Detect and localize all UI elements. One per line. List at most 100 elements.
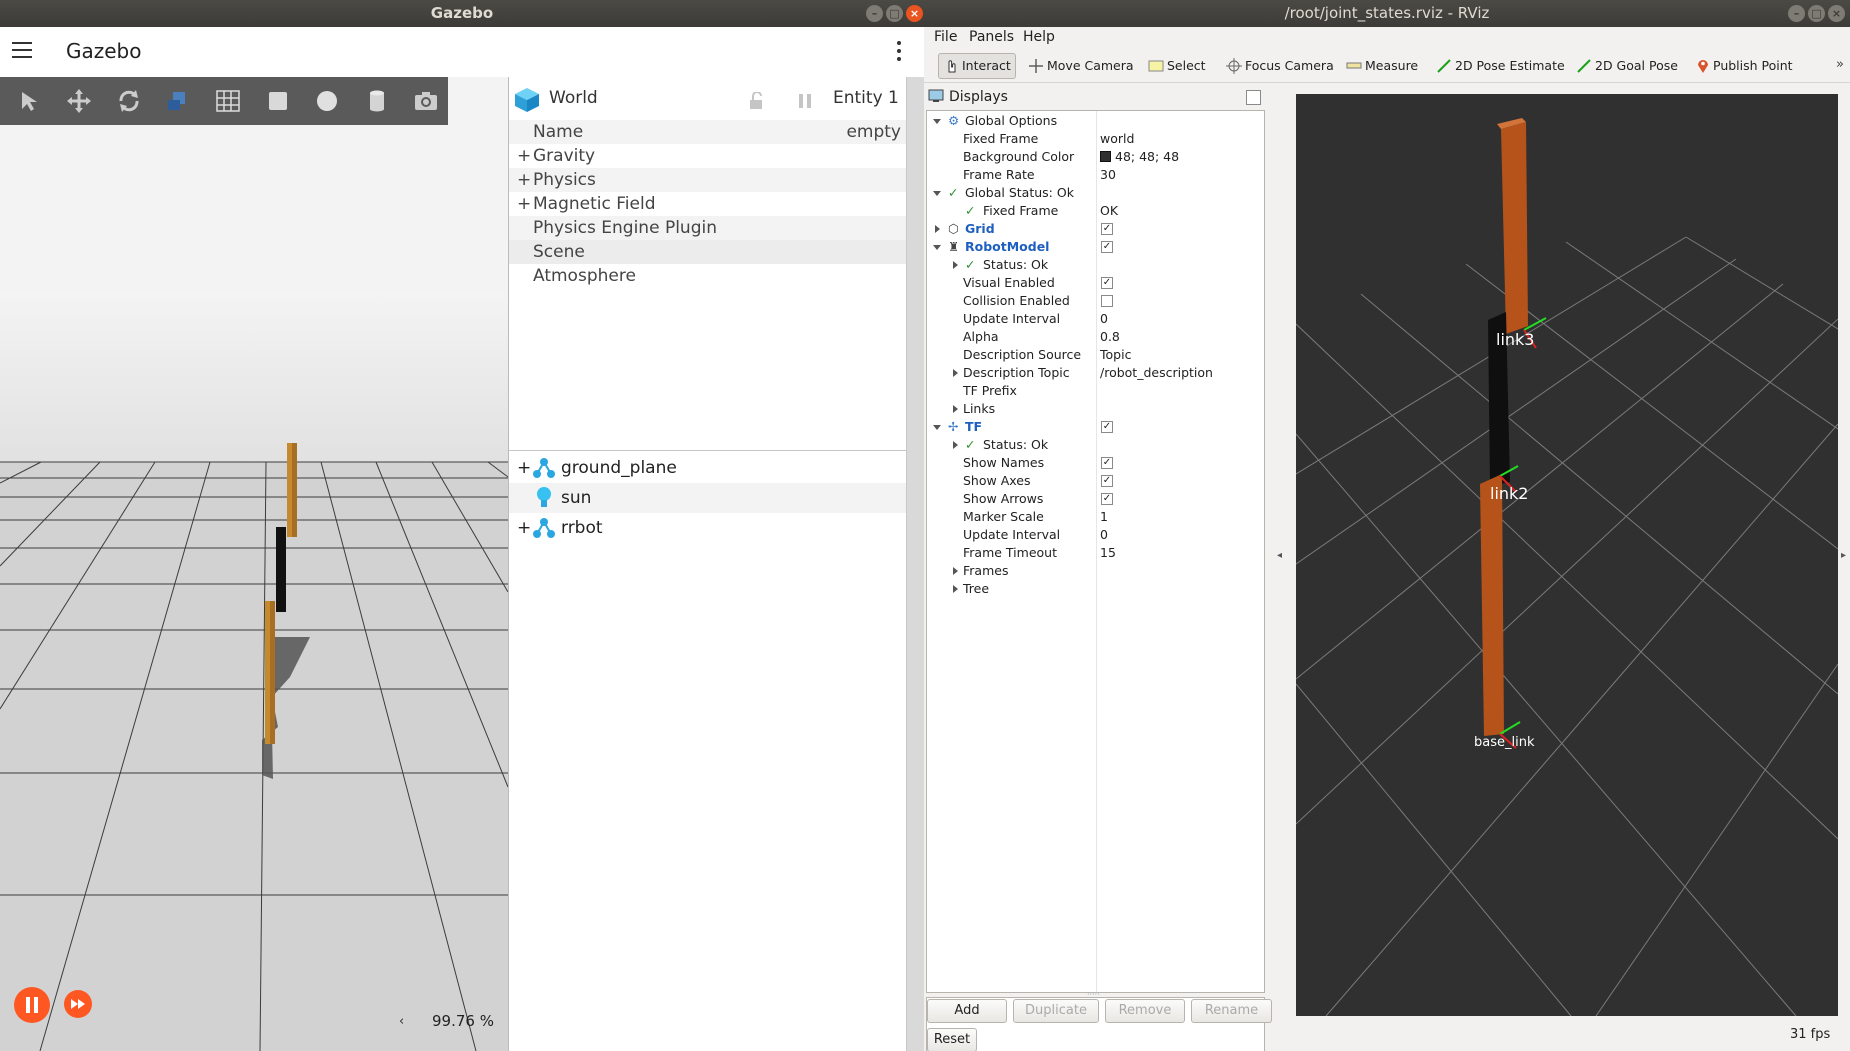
display-tree-row[interactable]: Update Interval 0 (927, 310, 1264, 328)
collapse-arrow-icon[interactable]: ‹ (399, 1014, 404, 1029)
display-tree-row[interactable]: ✢ TF ✓ (927, 418, 1264, 436)
enable-checkbox[interactable]: ✓ (1101, 241, 1113, 253)
display-tree-row[interactable]: Show Axes ✓ (927, 472, 1264, 490)
screenshot-camera-icon[interactable] (405, 81, 449, 121)
property-value[interactable]: 0 (1100, 526, 1108, 544)
maximize-icon[interactable]: □ (1808, 5, 1825, 22)
display-tree-row[interactable]: ♜ RobotModel ✓ (927, 238, 1264, 256)
select-mode-icon[interactable] (8, 81, 52, 121)
display-tree-row[interactable]: Background Color 48; 48; 48 (927, 148, 1264, 166)
display-tree-row[interactable]: Frames (927, 562, 1264, 580)
property-value[interactable]: Topic (1100, 346, 1131, 364)
component-group-gravity[interactable]: + Gravity (509, 144, 909, 168)
expand-icon[interactable]: + (517, 168, 531, 192)
remove-button[interactable]: Remove (1105, 999, 1185, 1023)
enable-checkbox[interactable]: ✓ (1101, 493, 1113, 505)
displays-tree[interactable]: ⚙ Global Options Fixed Frame world Backgroun… (926, 110, 1265, 993)
tool-select[interactable]: Select (1144, 53, 1210, 79)
enable-checkbox[interactable] (1101, 295, 1113, 307)
component-group-magnetic-field[interactable]: + Magnetic Field (509, 192, 909, 216)
unlock-icon[interactable] (748, 92, 764, 110)
minimize-icon[interactable]: – (866, 5, 883, 22)
pause-button[interactable] (14, 987, 50, 1023)
property-value[interactable]: 48; 48; 48 (1100, 148, 1179, 166)
display-tree-row[interactable]: Description Topic/robot_description (927, 364, 1264, 382)
component-group-physics[interactable]: + Physics (509, 168, 909, 192)
tool-focus-camera[interactable]: Focus Camera (1222, 53, 1338, 79)
property-value[interactable]: 1 (1100, 508, 1108, 526)
expand-arrow-icon[interactable] (935, 225, 940, 233)
rotate-mode-icon[interactable] (107, 81, 151, 121)
property-value[interactable]: /robot_description (1100, 364, 1213, 382)
enable-checkbox[interactable]: ✓ (1101, 223, 1113, 235)
display-tree-row[interactable]: Fixed Frame world (927, 130, 1264, 148)
display-tree-row[interactable]: Alpha 0.8 (927, 328, 1264, 346)
sphere-shape-icon[interactable] (305, 81, 349, 121)
display-tree-row[interactable]: Update Interval 0 (927, 526, 1264, 544)
close-icon[interactable]: × (1828, 5, 1845, 22)
menu-file[interactable]: File (934, 29, 957, 45)
expand-arrow-icon[interactable] (953, 567, 958, 575)
scene-3d-view[interactable] (0, 77, 508, 1051)
menu-help[interactable]: Help (1023, 29, 1055, 45)
display-tree-row[interactable]: Collision Enabled (927, 292, 1264, 310)
enable-checkbox[interactable]: ✓ (1101, 277, 1113, 289)
display-tree-row[interactable]: ⬡ Grid ✓ (927, 220, 1264, 238)
tool-publish-point[interactable]: Publish Point (1692, 53, 1797, 79)
collapse-arrow-icon[interactable] (933, 119, 941, 124)
display-tree-row[interactable]: Links (927, 400, 1264, 418)
splitter-handle-icon[interactable]: ····· (1087, 990, 1100, 999)
expand-icon[interactable]: + (517, 192, 531, 216)
display-tree-row[interactable]: ✓ Fixed Frame OK (927, 202, 1264, 220)
menu-panels[interactable]: Panels (969, 29, 1014, 45)
duplicate-button[interactable]: Duplicate (1013, 999, 1099, 1023)
collapse-arrow-icon[interactable] (933, 425, 941, 430)
display-tree-row[interactable]: Marker Scale 1 (927, 508, 1264, 526)
expand-arrow-icon[interactable] (953, 441, 958, 449)
minimize-icon[interactable]: – (1788, 5, 1805, 22)
property-value[interactable]: 15 (1100, 544, 1116, 562)
collapse-arrow-icon[interactable] (933, 245, 941, 250)
color-swatch[interactable] (1100, 151, 1111, 162)
enable-checkbox[interactable]: ✓ (1101, 475, 1113, 487)
tool-2d-goal-pose[interactable]: 2D Goal Pose (1572, 53, 1682, 79)
display-tree-row[interactable]: ✓ Status: Ok (927, 436, 1264, 454)
transform-control-icon[interactable] (157, 81, 201, 121)
grid-config-icon[interactable] (206, 81, 250, 121)
collapse-arrow-icon[interactable] (933, 191, 941, 196)
add-button[interactable]: Add (927, 999, 1007, 1023)
rename-button[interactable]: Rename (1191, 999, 1272, 1023)
maximize-icon[interactable]: □ (886, 5, 903, 22)
tool-measure[interactable]: Measure (1342, 53, 1422, 79)
tree-item-sun[interactable]: sun (509, 483, 909, 513)
hamburger-menu-icon[interactable] (12, 42, 32, 58)
property-value[interactable]: 30 (1100, 166, 1116, 184)
box-shape-icon[interactable] (256, 81, 300, 121)
undock-panel-icon[interactable] (1246, 90, 1261, 105)
expand-icon[interactable]: + (517, 144, 531, 168)
toolbar-overflow-icon[interactable]: » (1836, 57, 1844, 72)
expand-icon[interactable]: + (517, 513, 531, 543)
display-tree-row[interactable]: Tree (927, 580, 1264, 598)
display-tree-row[interactable]: ⚙ Global Options (927, 112, 1264, 130)
enable-checkbox[interactable]: ✓ (1101, 457, 1113, 469)
collapse-left-icon[interactable]: ◂ (1277, 550, 1282, 561)
expand-icon[interactable]: + (517, 453, 531, 483)
display-tree-row[interactable]: Visual Enabled ✓ (927, 274, 1264, 292)
reset-button[interactable]: Reset (927, 1028, 977, 1051)
tree-item-rrbot[interactable]: + rrbot (509, 513, 909, 543)
display-tree-row[interactable]: ✓ Status: Ok (927, 256, 1264, 274)
expand-arrow-icon[interactable] (953, 261, 958, 269)
step-forward-button[interactable] (64, 990, 92, 1018)
display-tree-row[interactable]: Show Arrows ✓ (927, 490, 1264, 508)
tool-move-camera[interactable]: Move Camera (1024, 53, 1138, 79)
display-tree-row[interactable]: TF Prefix (927, 382, 1264, 400)
translate-mode-icon[interactable] (58, 81, 102, 121)
render-viewport[interactable]: link3 link2 base_link (1296, 94, 1838, 1016)
property-value[interactable]: 0 (1100, 310, 1108, 328)
close-icon[interactable]: × (906, 5, 923, 22)
expand-arrow-icon[interactable] (953, 369, 958, 377)
display-tree-row[interactable]: Frame Timeout 15 (927, 544, 1264, 562)
property-value[interactable]: world (1100, 130, 1134, 148)
component-group-physics-engine-plugin[interactable]: Physics Engine Plugin (509, 216, 909, 240)
